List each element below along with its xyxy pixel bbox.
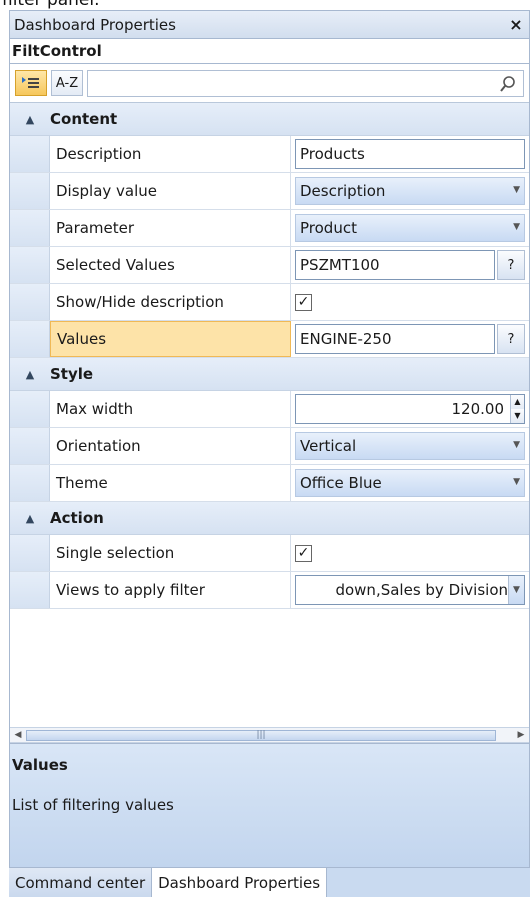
dropdown-value: Office Blue [300, 474, 382, 492]
parameter-dropdown[interactable]: Product ▼ [295, 214, 525, 242]
collapse-chevron-icon[interactable]: ▲ [10, 113, 50, 126]
category-label: Content [50, 110, 118, 128]
prop-name-selected[interactable]: Values [50, 321, 291, 357]
dropdown-arrow-icon: ▼ [513, 222, 520, 232]
values-field[interactable]: ENGINE-250 [295, 324, 495, 354]
prop-row-orientation: Orientation Vertical ▼ [10, 428, 529, 465]
prop-name[interactable]: Single selection [50, 535, 291, 571]
prop-row-max-width: Max width 120.00 ▲ ▼ [10, 391, 529, 428]
horizontal-scrollbar[interactable]: ◀ ||| ▶ [10, 727, 529, 743]
category-style[interactable]: ▲ Style [10, 358, 529, 391]
property-search-input[interactable] [87, 69, 524, 97]
prop-name[interactable]: Description [50, 136, 291, 172]
dropdown-value: Product [300, 219, 357, 237]
categorized-sort-button[interactable] [15, 70, 47, 96]
categorized-sort-icon [22, 77, 39, 88]
single-selection-checkbox[interactable]: ✓ [295, 544, 312, 562]
tab-command-center[interactable]: Command center [9, 868, 153, 897]
property-toolbar: A-Z [10, 64, 529, 102]
tab-dashboard-properties[interactable]: Dashboard Properties [152, 868, 328, 897]
description-field[interactable]: Products [295, 139, 525, 169]
object-name: FiltControl [10, 39, 529, 64]
stepper-value[interactable]: 120.00 [296, 395, 510, 423]
prop-name[interactable]: Max width [50, 391, 291, 427]
panel-title: Dashboard Properties [14, 15, 176, 34]
orientation-dropdown[interactable]: Vertical ▼ [295, 432, 525, 460]
dropdown-value: Vertical [300, 437, 357, 455]
close-icon[interactable]: × [503, 15, 529, 34]
display-value-dropdown[interactable]: Description ▼ [295, 177, 525, 205]
values-help-button[interactable]: ? [497, 324, 525, 354]
theme-dropdown[interactable]: Office Blue ▼ [295, 469, 525, 497]
prop-row-values: Values ENGINE-250? [10, 321, 529, 358]
prop-name[interactable]: Orientation [50, 428, 291, 464]
prop-name[interactable]: Selected Values [50, 247, 291, 283]
views-filter-dropdown[interactable]: down,Sales by Division ▼ [295, 575, 525, 605]
help-text: List of filtering values [12, 796, 174, 814]
dropdown-arrow-icon: ▼ [513, 477, 520, 487]
clipped-caption: filter panel. [2, 0, 100, 10]
dropdown-value: Description [300, 182, 386, 200]
prop-row-show-hide-description: Show/Hide description ✓ [10, 284, 529, 321]
prop-row-theme: Theme Office Blue ▼ [10, 465, 529, 502]
scroll-right-icon[interactable]: ▶ [513, 728, 529, 742]
category-label: Style [50, 365, 94, 383]
selected-values-field[interactable]: PSZMT100 [295, 250, 495, 280]
scroll-left-icon[interactable]: ◀ [10, 728, 26, 742]
prop-name[interactable]: Show/Hide description [50, 284, 291, 320]
panel-titlebar: Dashboard Properties × [10, 11, 529, 39]
help-panel: Values List of filtering values [10, 743, 529, 867]
stepper-up-icon[interactable]: ▲ [511, 395, 524, 409]
selected-values-help-button[interactable]: ? [497, 250, 525, 280]
prop-row-selected-values: Selected Values PSZMT100? [10, 247, 529, 284]
alphabetical-sort-button[interactable]: A-Z [51, 70, 83, 96]
category-content[interactable]: ▲ Content [10, 103, 529, 136]
collapse-chevron-icon[interactable]: ▲ [10, 368, 50, 381]
prop-name[interactable]: Display value [50, 173, 291, 209]
dropdown-arrow-icon[interactable]: ▼ [508, 576, 524, 604]
stepper-down-icon[interactable]: ▼ [511, 409, 524, 423]
search-icon [500, 75, 515, 92]
property-grid: ▲ Content Description Products Display v… [10, 102, 529, 867]
category-action[interactable]: ▲ Action [10, 502, 529, 535]
prop-name[interactable]: Parameter [50, 210, 291, 246]
dropdown-arrow-icon: ▼ [513, 185, 520, 195]
prop-row-description: Description Products [10, 136, 529, 173]
grid-empty-area [10, 609, 529, 727]
prop-row-parameter: Parameter Product ▼ [10, 210, 529, 247]
prop-row-single-selection: Single selection ✓ [10, 535, 529, 572]
dropdown-arrow-icon: ▼ [513, 440, 520, 450]
bottom-tabs: Command center Dashboard Properties [9, 867, 530, 897]
dashboard-properties-panel: Dashboard Properties × FiltControl A-Z ▲… [9, 10, 530, 867]
max-width-stepper[interactable]: 120.00 ▲ ▼ [295, 394, 525, 424]
prop-row-display-value: Display value Description ▼ [10, 173, 529, 210]
category-label: Action [50, 509, 104, 527]
prop-name[interactable]: Theme [50, 465, 291, 501]
collapse-chevron-icon[interactable]: ▲ [10, 512, 50, 525]
prop-row-views-to-apply-filter: Views to apply filter down,Sales by Divi… [10, 572, 529, 609]
dropdown-value: down,Sales by Division [335, 581, 508, 599]
show-hide-checkbox[interactable]: ✓ [295, 293, 312, 311]
scroll-thumb[interactable]: ||| [26, 730, 496, 741]
help-title: Values [12, 756, 68, 774]
prop-name[interactable]: Views to apply filter [50, 572, 291, 608]
